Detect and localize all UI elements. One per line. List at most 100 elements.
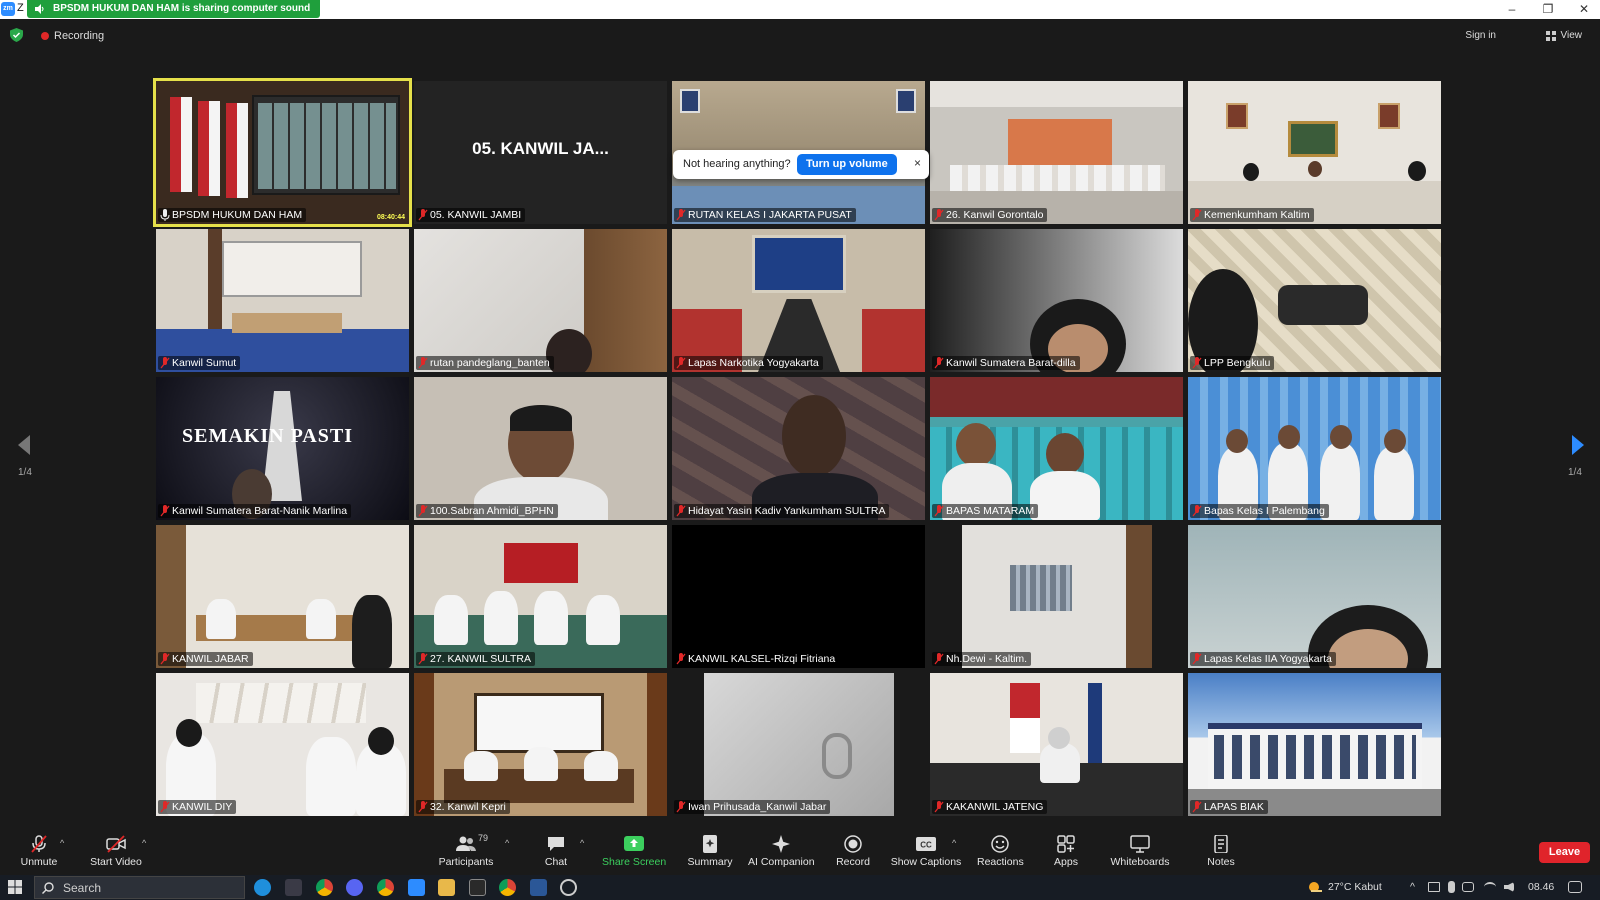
record-button[interactable]: Record [830, 829, 876, 875]
muted-mic-icon [934, 209, 944, 221]
video-feed [414, 525, 667, 668]
share-screen-button[interactable]: Share Screen [602, 829, 666, 875]
video-feed [414, 229, 667, 372]
zoom-taskbar-icon[interactable] [408, 879, 425, 896]
video-tile[interactable]: KANWIL JABAR [156, 525, 409, 668]
recording-timecode: 08:40:44 [376, 214, 405, 221]
wifi-icon[interactable] [1484, 882, 1496, 892]
previous-page-icon[interactable] [16, 435, 32, 455]
video-tile[interactable]: KAKANWIL JATENG [930, 673, 1183, 816]
turn-up-volume-button[interactable]: Turn up volume [797, 154, 897, 175]
video-tile[interactable]: Kanwil Sumut [156, 229, 409, 372]
word-icon[interactable] [530, 879, 547, 896]
settings-gear-icon[interactable] [560, 879, 577, 896]
participant-name-label: KAKANWIL JATENG [932, 800, 1048, 814]
video-tile[interactable]: Hidayat Yasin Kadiv Yankumham SULTRA [672, 377, 925, 520]
background-banner-text: SEMAKIN PASTI [182, 425, 353, 447]
video-tile[interactable]: BAPAS MATARAM [930, 377, 1183, 520]
task-view-icon[interactable] [285, 879, 302, 896]
unmute-button[interactable]: Unmute [14, 829, 64, 875]
video-tile[interactable]: 100.Sabran Ahmidi_BPHN [414, 377, 667, 520]
sound-share-banner[interactable]: BPSDM HUKUM DAN HAM is sharing computer … [27, 0, 321, 18]
participant-name-label: Kemenkumham Kaltim [1190, 208, 1314, 222]
muted-mic-icon [934, 505, 944, 517]
share-screen-label: Share Screen [602, 856, 667, 868]
chat-button[interactable]: Chat [535, 829, 577, 875]
recording-indicator[interactable]: Recording [34, 27, 112, 45]
video-gallery: 08:40:44 BPSDM HUKUM DAN HAM 05. KANWIL … [153, 78, 1444, 816]
tray-overflow-caret[interactable]: ^ [1410, 881, 1415, 893]
chat-options-caret[interactable]: ^ [580, 838, 584, 848]
battery-icon[interactable] [1428, 882, 1440, 892]
start-video-button[interactable]: Start Video [86, 829, 146, 875]
video-tile[interactable]: Nh.Dewi - Kaltim. [930, 525, 1183, 668]
video-options-caret[interactable]: ^ [142, 838, 146, 848]
volume-muted-icon[interactable] [1504, 882, 1514, 892]
video-tile[interactable]: Iwan Prihusada_Kanwil Jabar [672, 673, 925, 816]
microphone-tray-icon[interactable] [1448, 881, 1455, 893]
video-tile[interactable]: 05. KANWIL JA... 05. KANWIL JAMBI [414, 81, 667, 224]
display-tray-icon[interactable] [1462, 882, 1474, 892]
close-prompt-icon[interactable]: × [914, 156, 921, 170]
video-feed [156, 525, 409, 668]
video-tile[interactable]: 08:40:44 BPSDM HUKUM DAN HAM [153, 78, 412, 227]
chat-icon [548, 837, 564, 851]
participant-name: Kanwil Sumatera Barat-Nanik Marlina [172, 505, 348, 517]
video-tile[interactable]: Bapas Kelas I Palembang [1188, 377, 1441, 520]
video-tile[interactable]: LPP Bengkulu [1188, 229, 1441, 372]
whiteboards-label: Whiteboards [1110, 856, 1170, 868]
video-tile[interactable]: Lapas Narkotika Yogyakarta [672, 229, 925, 372]
video-tile[interactable]: Kanwil Sumatera Barat-dilla [930, 229, 1183, 372]
window-title: Z [17, 2, 24, 14]
video-tile[interactable]: Lapas Kelas IIA Yogyakarta [1188, 525, 1441, 668]
summary-button[interactable]: Summary [685, 829, 735, 875]
whiteboards-button[interactable]: Whiteboards [1108, 829, 1172, 875]
restore-button[interactable]: ❐ [1530, 0, 1566, 19]
video-tile[interactable]: 27. KANWIL SULTRA [414, 525, 667, 668]
leave-button[interactable]: Leave [1539, 842, 1590, 863]
participant-name-label: KANWIL KALSEL-Rizqi Fitriana [674, 652, 840, 666]
discord-icon[interactable] [346, 879, 363, 896]
participants-options-caret[interactable]: ^ [505, 838, 509, 848]
video-feed [1188, 81, 1441, 224]
view-button[interactable]: View [1541, 27, 1589, 45]
notes-button[interactable]: Notes [1198, 829, 1244, 875]
video-tile[interactable]: SEMAKIN PASTI Kanwil Sumatera Barat-Nani… [156, 377, 409, 520]
video-tile[interactable]: KANWIL DIY [156, 673, 409, 816]
chrome-icon[interactable] [316, 879, 333, 896]
show-captions-button[interactable]: CC Show Captions [890, 829, 962, 875]
clock-time[interactable]: 08.46 [1528, 881, 1554, 893]
apps-button[interactable]: Apps [1048, 829, 1084, 875]
chrome-profile-icon[interactable] [377, 879, 394, 896]
video-tile[interactable]: LAPAS BIAK [1188, 673, 1441, 816]
chrome-window-icon[interactable] [499, 879, 516, 896]
notification-center-icon[interactable] [1568, 881, 1582, 893]
video-feed [672, 673, 925, 816]
participant-name-label: Nh.Dewi - Kaltim. [932, 652, 1032, 666]
sign-in-button[interactable]: Sign in [1457, 27, 1504, 45]
reactions-button[interactable]: Reactions [977, 829, 1024, 875]
apps-label: Apps [1054, 856, 1078, 868]
captions-options-caret[interactable]: ^ [952, 838, 956, 848]
close-window-button[interactable]: ✕ [1566, 0, 1600, 19]
next-page-icon[interactable] [1570, 435, 1586, 455]
audio-options-caret[interactable]: ^ [60, 838, 64, 848]
weather-text[interactable]: 27°C Kabut [1328, 881, 1382, 893]
video-tile[interactable]: KANWIL KALSEL-Rizqi Fitriana [672, 525, 925, 668]
video-tile[interactable]: 26. Kanwil Gorontalo [930, 81, 1183, 224]
terminal-icon[interactable] [469, 879, 486, 896]
video-tile[interactable]: Kemenkumham Kaltim [1188, 81, 1441, 224]
edge-browser-icon[interactable] [254, 879, 271, 896]
video-tile[interactable]: 32. Kanwil Kepri [414, 673, 667, 816]
minimize-button[interactable]: – [1494, 0, 1530, 19]
participant-name-label: rutan pandeglang_banten [416, 356, 554, 370]
video-feed [672, 377, 925, 520]
participant-name: rutan pandeglang_banten [430, 357, 550, 369]
video-tile[interactable]: rutan pandeglang_banten [414, 229, 667, 372]
windows-start-icon[interactable] [8, 880, 22, 894]
participant-name-label: Lapas Narkotika Yogyakarta [674, 356, 823, 370]
taskbar-search-input[interactable]: Search [34, 876, 245, 899]
file-explorer-icon[interactable] [438, 879, 455, 896]
security-shield-icon[interactable] [10, 28, 23, 42]
ai-companion-button[interactable]: AI Companion [748, 829, 815, 875]
